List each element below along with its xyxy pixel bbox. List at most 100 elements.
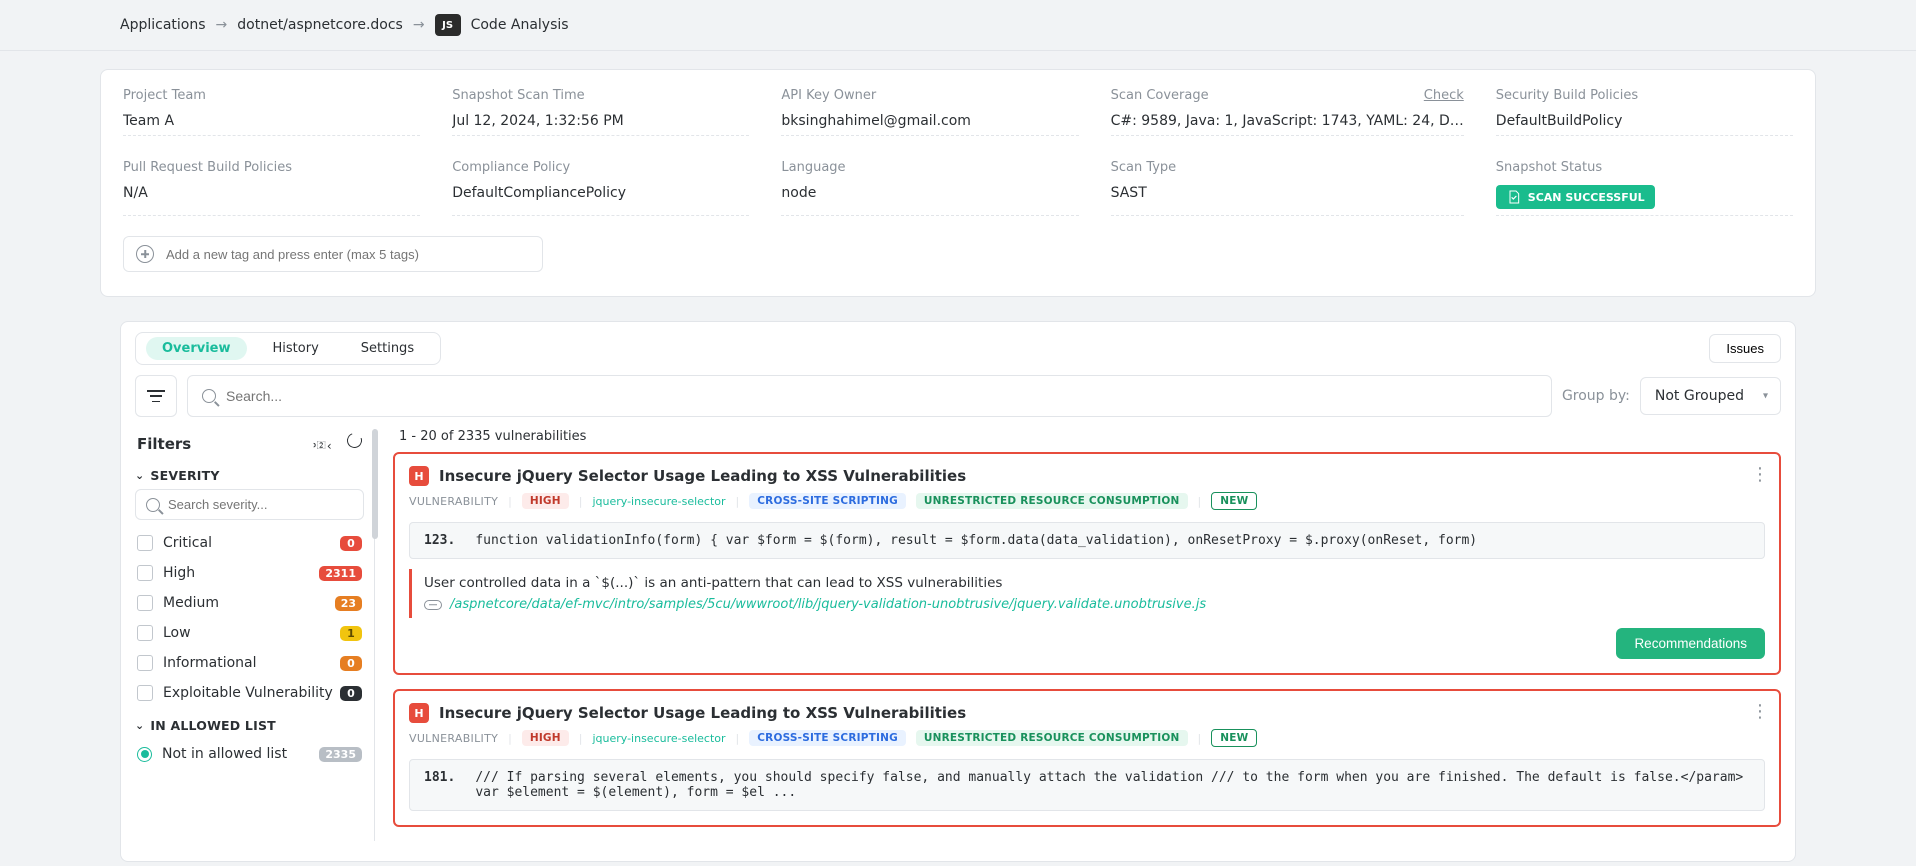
filter-section-title-text: SEVERITY <box>150 468 219 483</box>
tag-input[interactable] <box>164 246 530 263</box>
severity-row-medium[interactable]: Medium 23 <box>135 588 364 618</box>
summary-label-text: Scan Coverage <box>1111 88 1209 103</box>
filter-section-title[interactable]: ⌄ SEVERITY <box>135 468 364 483</box>
check-link[interactable]: Check <box>1424 88 1464 103</box>
checkbox-icon[interactable] <box>137 595 153 611</box>
tag-pill: CROSS-SITE SCRIPTING <box>749 493 906 509</box>
summary-value: SAST <box>1111 185 1464 201</box>
breadcrumb-repo[interactable]: dotnet/aspnetcore.docs <box>237 17 403 33</box>
summary-value: node <box>781 185 1078 201</box>
summary-scan-time: Snapshot Scan Time Jul 12, 2024, 1:32:56… <box>452 88 749 136</box>
summary-scan-coverage: Scan Coverage Check C#: 9589, Java: 1, J… <box>1111 88 1464 136</box>
summary-label: Snapshot Scan Time <box>452 88 749 103</box>
count-badge: 0 <box>340 536 362 551</box>
checkbox-icon[interactable] <box>137 565 153 581</box>
summary-label: Snapshot Status <box>1496 160 1793 175</box>
allowed-row[interactable]: Not in allowed list 2335 <box>135 739 364 769</box>
new-pill: NEW <box>1211 492 1257 510</box>
code-snippet: 181. /// If parsing several elements, yo… <box>409 759 1765 811</box>
issues-button[interactable]: Issues <box>1709 334 1781 363</box>
severity-row-high[interactable]: High 2311 <box>135 558 364 588</box>
summary-panel: Project Team Team A Snapshot Scan Time J… <box>100 69 1816 297</box>
tab-settings[interactable]: Settings <box>345 337 430 360</box>
filter-section-severity: ⌄ SEVERITY Critical 0 High 2311 Medium <box>135 468 364 708</box>
results-count: 1 - 20 of 2335 vulnerabilities <box>399 429 1781 444</box>
tab-group: Overview History Settings <box>135 332 441 365</box>
summary-value: Jul 12, 2024, 1:32:56 PM <box>452 113 749 129</box>
summary-value: bksinghahimel@gmail.com <box>781 113 1078 129</box>
vulnerability-title[interactable]: Insecure jQuery Selector Usage Leading t… <box>439 467 966 485</box>
tab-overview[interactable]: Overview <box>146 337 247 360</box>
js-icon: JS <box>435 14 461 36</box>
checkbox-icon[interactable] <box>137 535 153 551</box>
breadcrumb-applications[interactable]: Applications <box>120 17 206 33</box>
severity-label: Informational <box>163 655 257 671</box>
summary-project-team: Project Team Team A <box>123 88 420 136</box>
severity-row-exploitable[interactable]: Exploitable Vulnerability 0 <box>135 678 364 708</box>
reset-filters-icon[interactable] <box>345 431 365 451</box>
group-by-label: Group by: <box>1562 388 1630 404</box>
search-input[interactable] <box>224 387 1537 405</box>
severity-label: High <box>163 565 195 581</box>
count-badge: 2311 <box>319 566 362 581</box>
filters-sidebar: Filters ᠈᠌‹ ⌄ SEVERITY Critical 0 <box>135 429 375 841</box>
severity-row-low[interactable]: Low 1 <box>135 618 364 648</box>
vulnerability-title[interactable]: Insecure jQuery Selector Usage Leading t… <box>439 704 966 722</box>
summary-value: Team A <box>123 113 420 129</box>
summary-label: Compliance Policy <box>452 160 749 175</box>
more-menu-icon[interactable]: ⋮ <box>1751 464 1769 485</box>
checkbox-icon[interactable] <box>137 655 153 671</box>
radio-icon[interactable] <box>137 747 152 762</box>
allowed-label: Not in allowed list <box>162 746 287 762</box>
checkbox-icon[interactable] <box>137 685 153 701</box>
chevron-right-icon: → <box>216 17 228 33</box>
severity-search[interactable] <box>135 489 364 520</box>
summary-label: Scan Type <box>1111 160 1464 175</box>
filter-section-allowed: ⌄ IN ALLOWED LIST Not in allowed list 23… <box>135 718 364 769</box>
file-path-link[interactable]: /aspnetcore/data/ef-mvc/intro/samples/5c… <box>450 597 1206 612</box>
summary-pr-policies: Pull Request Build Policies N/A <box>123 160 420 216</box>
filter-section-title-text: IN ALLOWED LIST <box>150 718 275 733</box>
severity-search-input[interactable] <box>166 496 353 513</box>
group-by-select[interactable]: Not Grouped <box>1640 377 1781 415</box>
summary-security-policies: Security Build Policies DefaultBuildPoli… <box>1496 88 1793 136</box>
tag-pill: UNRESTRICTED RESOURCE CONSUMPTION <box>916 493 1188 509</box>
filter-toggle-button[interactable] <box>135 375 177 417</box>
checkbox-icon[interactable] <box>137 625 153 641</box>
count-badge: 2335 <box>319 747 362 762</box>
more-menu-icon[interactable]: ⋮ <box>1751 701 1769 722</box>
new-pill: NEW <box>1211 729 1257 747</box>
rule-link[interactable]: jquery-insecure-selector <box>592 732 725 745</box>
status-badge: SCAN SUCCESSFUL <box>1496 185 1655 209</box>
summary-label: Project Team <box>123 88 420 103</box>
toolbar: Group by: Not Grouped <box>121 375 1795 429</box>
count-badge: 23 <box>335 596 362 611</box>
summary-snapshot-status: Snapshot Status SCAN SUCCESSFUL <box>1496 160 1793 216</box>
tab-history[interactable]: History <box>257 337 335 360</box>
filter-icon <box>147 390 165 402</box>
severity-row-informational[interactable]: Informational 0 <box>135 648 364 678</box>
search-icon <box>202 389 216 403</box>
tag-input-wrap[interactable] <box>123 236 543 272</box>
warning-block: User controlled data in a `$(...)` is an… <box>409 569 1765 618</box>
warning-text: User controlled data in a `$(...)` is an… <box>424 575 1753 591</box>
chevron-down-icon: ⌄ <box>135 719 144 732</box>
collapse-filters-icon[interactable]: ᠈᠌‹ <box>313 433 333 454</box>
summary-compliance-policy: Compliance Policy DefaultCompliancePolic… <box>452 160 749 216</box>
filter-section-title[interactable]: ⌄ IN ALLOWED LIST <box>135 718 364 733</box>
summary-label: Pull Request Build Policies <box>123 160 420 175</box>
line-number: 181. <box>424 770 455 800</box>
group-by: Group by: Not Grouped <box>1562 377 1781 415</box>
search-wrap[interactable] <box>187 375 1552 417</box>
vulnerability-card: ⋮ H Insecure jQuery Selector Usage Leadi… <box>393 689 1781 827</box>
summary-scan-type: Scan Type SAST <box>1111 160 1464 216</box>
severity-row-critical[interactable]: Critical 0 <box>135 528 364 558</box>
recommendations-button[interactable]: Recommendations <box>1616 628 1765 659</box>
line-number: 123. <box>424 533 455 548</box>
summary-value: C#: 9589, Java: 1, JavaScript: 1743, YAM… <box>1111 113 1464 129</box>
severity-label: Critical <box>163 535 212 551</box>
rule-link[interactable]: jquery-insecure-selector <box>592 495 725 508</box>
code-text: function validationInfo(form) { var $for… <box>475 533 1477 548</box>
scroll-handle[interactable] <box>372 429 378 539</box>
summary-value: DefaultCompliancePolicy <box>452 185 749 201</box>
